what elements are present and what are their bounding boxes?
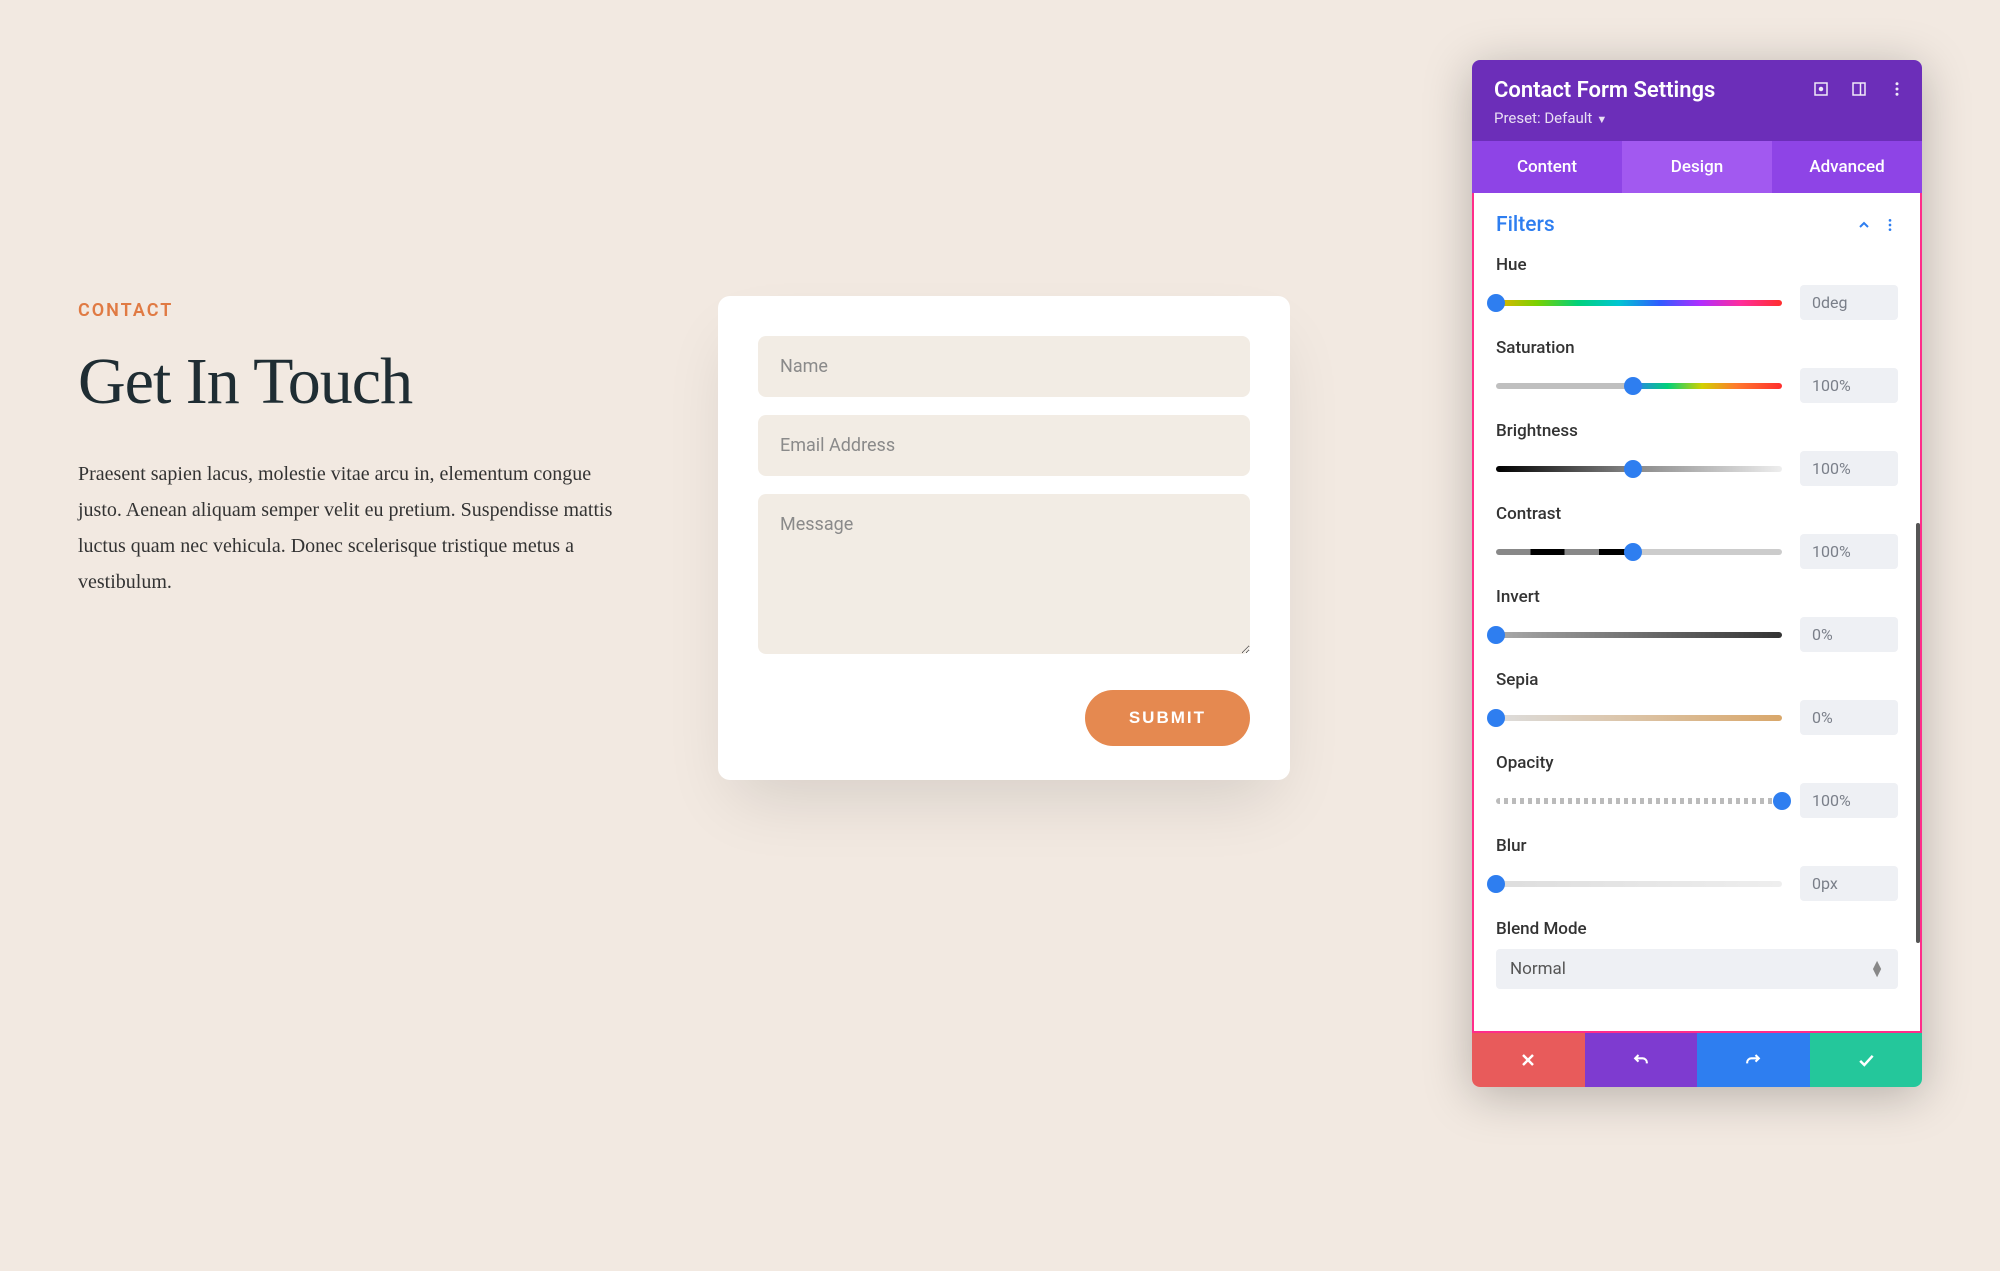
- panel-footer: [1472, 1033, 1922, 1087]
- scrollbar[interactable]: [1916, 523, 1920, 943]
- opacity-label: Opacity: [1496, 753, 1898, 773]
- panel-tabs: Content Design Advanced: [1472, 141, 1922, 193]
- invert-value[interactable]: 0%: [1800, 617, 1898, 652]
- sepia-value[interactable]: 0%: [1800, 700, 1898, 735]
- brightness-slider[interactable]: [1496, 466, 1782, 472]
- hue-slider[interactable]: [1496, 300, 1782, 306]
- brightness-thumb[interactable]: [1624, 460, 1642, 478]
- saturation-label: Saturation: [1496, 338, 1898, 358]
- invert-slider[interactable]: [1496, 632, 1782, 638]
- saturation-thumb[interactable]: [1624, 377, 1642, 395]
- brightness-value[interactable]: 100%: [1800, 451, 1898, 486]
- panel-header: Contact Form Settings Preset: Default▼: [1472, 60, 1922, 141]
- undo-button[interactable]: [1585, 1033, 1698, 1087]
- section-title-filters[interactable]: Filters: [1496, 213, 1555, 237]
- blur-value[interactable]: 0px: [1800, 866, 1898, 901]
- opacity-value[interactable]: 100%: [1800, 783, 1898, 818]
- section-options-icon[interactable]: [1882, 217, 1898, 233]
- invert-label: Invert: [1496, 587, 1898, 607]
- tab-advanced[interactable]: Advanced: [1772, 141, 1922, 193]
- hue-label: Hue: [1496, 255, 1898, 275]
- blend-mode-value: Normal: [1510, 959, 1566, 979]
- email-field[interactable]: [758, 415, 1250, 476]
- panel-body: Filters Hue 0deg Saturation: [1472, 193, 1922, 1033]
- preset-label: Preset: Default: [1494, 109, 1592, 127]
- contact-eyebrow: CONTACT: [78, 300, 638, 321]
- contrast-slider[interactable]: [1496, 549, 1782, 555]
- contrast-thumb[interactable]: [1624, 543, 1642, 561]
- saturation-slider[interactable]: [1496, 383, 1782, 389]
- blend-mode-label: Blend Mode: [1496, 919, 1898, 939]
- redo-button[interactable]: [1697, 1033, 1810, 1087]
- contact-form-card: SUBMIT: [718, 296, 1290, 780]
- brightness-label: Brightness: [1496, 421, 1898, 441]
- preset-selector[interactable]: Preset: Default ▼: [1494, 109, 1900, 127]
- blur-thumb[interactable]: [1487, 875, 1505, 893]
- name-field[interactable]: [758, 336, 1250, 397]
- expand-icon[interactable]: [1812, 80, 1830, 98]
- caret-down-icon: ▼: [1596, 113, 1607, 126]
- collapse-section-icon[interactable]: [1856, 217, 1872, 233]
- submit-button[interactable]: SUBMIT: [1085, 690, 1250, 746]
- tab-design[interactable]: Design: [1622, 141, 1772, 193]
- blend-mode-select[interactable]: Normal ▲▼: [1496, 949, 1898, 989]
- tab-content[interactable]: Content: [1472, 141, 1622, 193]
- page-heading: Get In Touch: [78, 347, 638, 416]
- hue-thumb[interactable]: [1487, 294, 1505, 312]
- select-arrows-icon: ▲▼: [1870, 961, 1884, 978]
- blur-label: Blur: [1496, 836, 1898, 856]
- message-field[interactable]: [758, 494, 1250, 654]
- close-button[interactable]: [1472, 1033, 1585, 1087]
- blur-slider[interactable]: [1496, 881, 1782, 887]
- sepia-slider[interactable]: [1496, 715, 1782, 721]
- settings-panel: Contact Form Settings Preset: Default▼ C…: [1472, 60, 1922, 1087]
- sepia-thumb[interactable]: [1487, 709, 1505, 727]
- contrast-value[interactable]: 100%: [1800, 534, 1898, 569]
- opacity-thumb[interactable]: [1773, 792, 1791, 810]
- opacity-slider[interactable]: [1496, 798, 1782, 804]
- snap-panel-icon[interactable]: [1850, 80, 1868, 98]
- hue-value[interactable]: 0deg: [1800, 285, 1898, 320]
- sepia-label: Sepia: [1496, 670, 1898, 690]
- contrast-label: Contrast: [1496, 504, 1898, 524]
- saturation-value[interactable]: 100%: [1800, 368, 1898, 403]
- invert-thumb[interactable]: [1487, 626, 1505, 644]
- more-options-icon[interactable]: [1888, 80, 1906, 98]
- save-button[interactable]: [1810, 1033, 1923, 1087]
- intro-paragraph: Praesent sapien lacus, molestie vitae ar…: [78, 456, 638, 600]
